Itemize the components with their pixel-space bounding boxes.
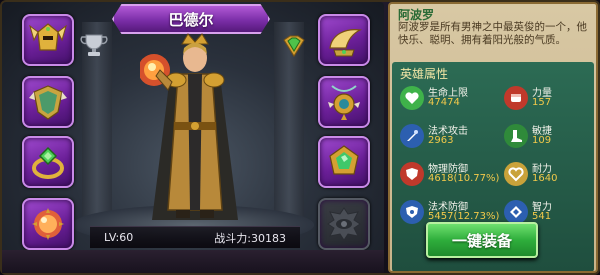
attribute-hp: 生命上限 47474: [400, 84, 500, 114]
boot-icon: [504, 124, 528, 148]
winged-helmet-icon: [29, 23, 67, 51]
attribute-endurance: 耐力 1640: [504, 160, 590, 190]
equipment-slot-armor[interactable]: [22, 76, 74, 128]
equipment-slot-ring[interactable]: [22, 136, 74, 188]
hero-stats-bar: LV:60 战斗力:30183: [90, 226, 300, 248]
attribute-strength: 力量 157: [504, 84, 590, 114]
attribute-value: 157: [532, 97, 552, 108]
hero-title: 巴德尔: [168, 10, 214, 29]
green-gem-ring-icon: [32, 146, 64, 179]
fist-icon: [504, 86, 528, 110]
hero-level: LV:60: [104, 231, 134, 244]
emerald-jewel-icon: [329, 145, 359, 175]
attribute-value: 2963: [428, 135, 454, 146]
equipment-slot-wings[interactable]: [318, 14, 370, 66]
trophy-icon[interactable]: [80, 32, 108, 58]
attribute-value: 109: [532, 135, 552, 146]
attributes-title: 英雄属性: [400, 67, 449, 81]
amulet-icon: [328, 85, 360, 120]
hero-character: [140, 33, 238, 220]
equipment-slot-helmet[interactable]: [22, 14, 74, 66]
shield-armor-icon: [29, 85, 67, 120]
golden-wings-icon: [329, 29, 362, 57]
equip-button-label: 一键装备: [451, 231, 512, 250]
attribute-physical-defense: 物理防御 4618(10.77%): [400, 160, 500, 190]
attribute-magic-attack: 法术攻击 2963: [400, 122, 500, 152]
attribute-value: 4618(10.77%): [428, 173, 500, 184]
intellect-icon: [504, 200, 528, 224]
heart-gem-icon[interactable]: [280, 34, 308, 58]
attribute-value: 541: [532, 211, 552, 222]
magic-defense-icon: [400, 200, 424, 224]
endurance-heart-icon: [504, 162, 528, 186]
equipment-slot-emerald[interactable]: [318, 136, 370, 188]
locked-eye-icon: [327, 207, 361, 241]
attribute-agility: 敏捷 109: [504, 122, 590, 152]
heart-icon: [400, 86, 424, 110]
equipment-slot-amulet[interactable]: [318, 76, 370, 128]
hero-power: 战斗力:30183: [214, 231, 286, 245]
magic-attack-icon: [400, 124, 424, 148]
attribute-value: 5457(12.73%): [428, 211, 500, 222]
hero-description: 阿波罗是所有男神之中最英俊的一个，他快乐、聪明、拥有着阳光般的气质。: [398, 21, 587, 46]
equipment-slot-locked[interactable]: [318, 198, 370, 250]
attribute-value: 47474: [428, 97, 460, 108]
equipment-slot-orb[interactable]: [22, 198, 74, 250]
fire-orb-icon: [32, 208, 64, 240]
physical-defense-icon: [400, 162, 424, 186]
attribute-value: 1640: [532, 173, 558, 184]
one-click-equip-button[interactable]: 一键装备: [426, 222, 538, 258]
bottom-strip: [2, 250, 384, 273]
